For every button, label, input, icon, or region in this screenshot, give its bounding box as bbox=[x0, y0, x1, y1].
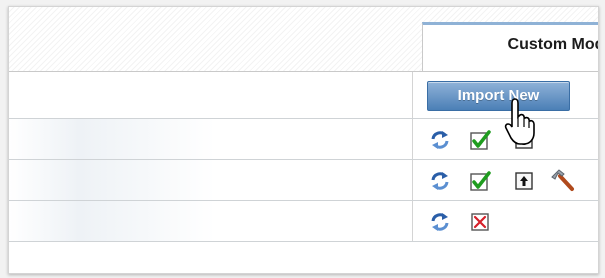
enabled-check-icon[interactable] bbox=[469, 170, 491, 192]
refresh-icon[interactable] bbox=[429, 129, 451, 151]
column-divider bbox=[412, 72, 413, 118]
table-row bbox=[9, 201, 598, 242]
disabled-cross-icon[interactable] bbox=[469, 211, 491, 233]
column-divider bbox=[412, 201, 413, 241]
import-new-button[interactable]: Import New bbox=[427, 81, 570, 111]
tab-strip: Custom Modules bbox=[9, 7, 598, 72]
column-divider bbox=[412, 119, 413, 159]
column-divider bbox=[412, 160, 413, 200]
mouse-cursor-icon bbox=[504, 98, 535, 145]
tab-custom-modules[interactable]: Custom Modules bbox=[422, 22, 598, 71]
table-row bbox=[9, 160, 598, 201]
hammer-icon[interactable] bbox=[549, 167, 575, 193]
refresh-icon[interactable] bbox=[429, 170, 451, 192]
enabled-check-icon[interactable] bbox=[469, 129, 491, 151]
refresh-icon[interactable] bbox=[429, 211, 451, 233]
upload-icon[interactable] bbox=[513, 170, 535, 192]
tab-label: Custom Modules bbox=[507, 36, 598, 53]
